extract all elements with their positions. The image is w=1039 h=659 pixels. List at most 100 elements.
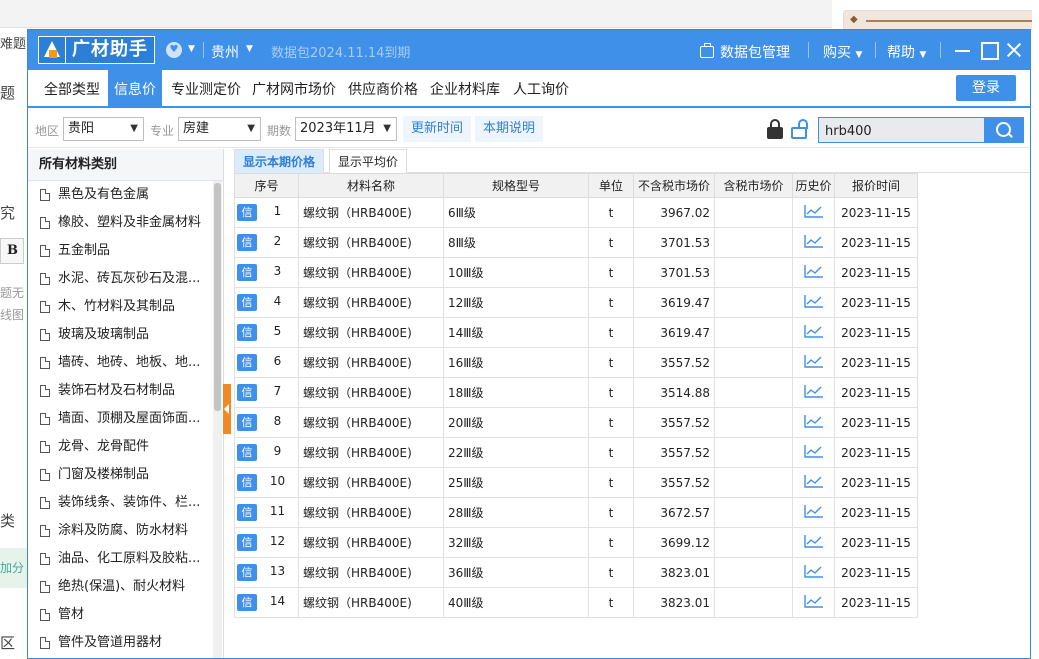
info-tag[interactable]: 信	[237, 414, 257, 431]
menu-all-types[interactable]: 全部类型	[40, 70, 104, 108]
trend-chart-icon[interactable]	[803, 354, 824, 368]
table-row[interactable]: 信 6 螺纹钢（HRB400E) 16Ⅲ级 t 3557.52 2023-11-15	[234, 347, 918, 378]
column-header[interactable]: 序号	[234, 173, 299, 198]
trend-chart-icon[interactable]	[803, 324, 824, 338]
table-row[interactable]: 信 9 螺纹钢（HRB400E) 22Ⅲ级 t 3557.52 2023-11-15	[234, 437, 918, 468]
trend-chart-icon[interactable]	[803, 384, 824, 398]
sidebar-category-item[interactable]: 玻璃及玻璃制品	[28, 321, 214, 349]
region-select[interactable]: 贵阳 ▼	[63, 117, 144, 141]
info-tag[interactable]: 信	[237, 594, 257, 611]
table-row[interactable]: 信 2 螺纹钢（HRB400E) 8Ⅲ级 t 3701.53 2023-11-15	[234, 227, 918, 258]
table-row[interactable]: 信 5 螺纹钢（HRB400E) 14Ⅲ级 t 3619.47 2023-11-15	[234, 317, 918, 348]
menu-market-price[interactable]: 广材网市场价	[248, 70, 340, 108]
menu-info-price[interactable]: 信息价	[108, 70, 162, 108]
buy-menu[interactable]: 购买 ▼	[823, 42, 862, 62]
chevron-down-icon[interactable]: ▼	[246, 44, 253, 54]
tab-current-price[interactable]: 显示本期价格	[234, 149, 325, 173]
tab-average-price[interactable]: 显示平均价	[329, 149, 408, 173]
sidebar-category-item[interactable]: 门窗及楼梯制品	[28, 461, 214, 489]
trend-chart-icon[interactable]	[803, 564, 824, 578]
sidebar-category-item[interactable]: 涂料及防腐、防水材料	[28, 517, 214, 545]
sidebar-category-item[interactable]: 管件及管道用器材	[28, 629, 214, 657]
sidebar-scrollbar[interactable]	[213, 181, 222, 658]
package-manage-button[interactable]: 数据包管理	[700, 42, 790, 62]
chevron-down-icon[interactable]: ▼	[188, 44, 195, 54]
table-row[interactable]: 信 1 螺纹钢（HRB400E) 6Ⅲ级 t 3967.02 2023-11-15	[234, 197, 918, 228]
column-header[interactable]: 规格型号	[443, 173, 589, 198]
trend-chart-icon[interactable]	[803, 594, 824, 608]
info-tag[interactable]: 信	[237, 264, 257, 281]
search-icon[interactable]	[984, 117, 1024, 143]
column-header[interactable]: 不含税市场价	[633, 173, 715, 198]
trend-chart-icon[interactable]	[803, 534, 824, 548]
period-description-button[interactable]: 本期说明	[475, 116, 544, 142]
sidebar-category-label: 墙面、顶棚及屋面饰面...	[58, 411, 201, 426]
info-tag[interactable]: 信	[237, 354, 257, 371]
info-tag[interactable]: 信	[237, 294, 257, 311]
table-row[interactable]: 信 7 螺纹钢（HRB400E) 18Ⅲ级 t 3514.88 2023-11-15	[234, 377, 918, 408]
sidebar-collapse-button[interactable]	[223, 384, 231, 434]
column-header[interactable]: 报价时间	[834, 173, 918, 198]
maximize-icon[interactable]	[979, 40, 999, 60]
period-select[interactable]: 2023年11月 ▼	[295, 117, 397, 141]
trend-chart-icon[interactable]	[803, 264, 824, 278]
table-row[interactable]: 信 13 螺纹钢（HRB400E) 36Ⅲ级 t 3823.01 2023-11-15	[234, 557, 918, 588]
info-tag[interactable]: 信	[237, 204, 257, 221]
city-selector[interactable]: 贵州	[211, 42, 239, 62]
trend-chart-icon[interactable]	[803, 474, 824, 488]
trend-chart-icon[interactable]	[803, 204, 824, 218]
menu-professional-price[interactable]: 专业测定价	[167, 70, 245, 108]
trend-chart-icon[interactable]	[803, 234, 824, 248]
table-row[interactable]: 信 8 螺纹钢（HRB400E) 20Ⅲ级 t 3557.52 2023-11-15	[234, 407, 918, 438]
trend-chart-icon[interactable]	[803, 444, 824, 458]
info-tag[interactable]: 信	[237, 324, 257, 341]
sidebar-category-item[interactable]: 橡胶、塑料及非金属材料	[28, 209, 214, 237]
close-icon[interactable]	[1004, 40, 1024, 60]
table-row[interactable]: 信 14 螺纹钢（HRB400E) 40Ⅲ级 t 3823.01 2023-11-15	[234, 587, 918, 618]
table-row[interactable]: 信 12 螺纹钢（HRB400E) 32Ⅲ级 t 3699.12 2023-11-15	[234, 527, 918, 558]
scrollbar-thumb[interactable]	[214, 183, 221, 411]
info-tag[interactable]: 信	[237, 234, 257, 251]
sidebar-category-item[interactable]: 墙砖、地砖、地板、地...	[28, 349, 214, 377]
trend-chart-icon[interactable]	[803, 294, 824, 308]
sidebar-category-item[interactable]: 管材	[28, 601, 214, 629]
sidebar-category-item[interactable]: 墙面、顶棚及屋面饰面...	[28, 405, 214, 433]
table-row[interactable]: 信 3 螺纹钢（HRB400E) 10Ⅲ级 t 3701.53 2023-11-15	[234, 257, 918, 288]
trend-chart-icon[interactable]	[803, 414, 824, 428]
specialty-select[interactable]: 房建 ▼	[178, 117, 261, 141]
column-header[interactable]: 材料名称	[298, 173, 444, 198]
sidebar-category-item[interactable]: 龙骨、龙骨配件	[28, 433, 214, 461]
sidebar-category-item[interactable]: 五金制品	[28, 237, 214, 265]
table-row[interactable]: 信 4 螺纹钢（HRB400E) 12Ⅲ级 t 3619.47 2023-11-15	[234, 287, 918, 318]
lock-icon[interactable]	[767, 119, 783, 139]
menu-supplier-price[interactable]: 供应商价格	[344, 70, 422, 108]
info-tag[interactable]: 信	[237, 564, 257, 581]
info-tag[interactable]: 信	[237, 504, 257, 521]
menu-manual-inquiry[interactable]: 人工询价	[509, 70, 573, 108]
help-menu[interactable]: 帮助 ▼	[887, 42, 926, 62]
search-input[interactable]	[825, 122, 975, 140]
trend-chart-icon[interactable]	[803, 504, 824, 518]
unlock-icon[interactable]	[791, 119, 808, 139]
sidebar-category-item[interactable]: 装饰线条、装饰件、栏...	[28, 489, 214, 517]
menu-enterprise-library[interactable]: 企业材料库	[426, 70, 504, 108]
sidebar-category-item[interactable]: 绝热(保温)、耐火材料	[28, 573, 214, 601]
column-header[interactable]: 含税市场价	[714, 173, 793, 198]
info-tag[interactable]: 信	[237, 474, 257, 491]
info-tag[interactable]: 信	[237, 444, 257, 461]
favorite-icon[interactable]: ♥	[166, 42, 182, 58]
info-tag[interactable]: 信	[237, 534, 257, 551]
column-header[interactable]: 历史价	[792, 173, 835, 198]
column-header[interactable]: 单位	[588, 173, 634, 198]
update-time-button[interactable]: 更新时间	[403, 116, 472, 142]
info-tag[interactable]: 信	[237, 384, 257, 401]
login-button[interactable]: 登录	[956, 75, 1016, 101]
sidebar-category-item[interactable]: 水泥、砖瓦灰砂石及混...	[28, 265, 214, 293]
sidebar-category-item[interactable]: 装饰石材及石材制品	[28, 377, 214, 405]
minimize-icon[interactable]	[953, 40, 973, 60]
sidebar-category-item[interactable]: 木、竹材料及其制品	[28, 293, 214, 321]
sidebar-category-item[interactable]: 油品、化工原料及胶粘...	[28, 545, 214, 573]
table-row[interactable]: 信 10 螺纹钢（HRB400E) 25Ⅲ级 t 3557.52 2023-11-15	[234, 467, 918, 498]
table-row[interactable]: 信 11 螺纹钢（HRB400E) 28Ⅲ级 t 3672.57 2023-11-15	[234, 497, 918, 528]
sidebar-category-item[interactable]: 黑色及有色金属	[28, 181, 214, 209]
